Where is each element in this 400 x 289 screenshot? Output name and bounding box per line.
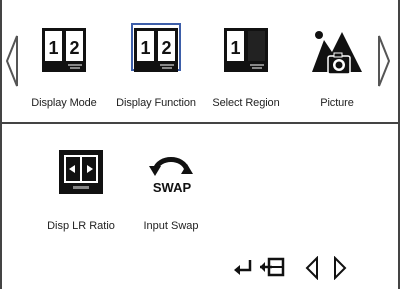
menu-item-picture[interactable]: Picture bbox=[291, 22, 383, 112]
chevron-right-icon[interactable] bbox=[376, 34, 392, 93]
menu-item-label: Picture bbox=[320, 97, 354, 109]
monitor-number-1: 1 bbox=[48, 38, 58, 58]
menu-item-display-function[interactable]: 1 2 Display Function bbox=[110, 22, 202, 112]
menu-item-label: Display Mode bbox=[31, 97, 97, 109]
nav-left-icon[interactable] bbox=[304, 255, 320, 285]
frame-left-border bbox=[0, 0, 2, 289]
swap-text: SWAP bbox=[153, 180, 192, 195]
picture-icon bbox=[310, 26, 364, 85]
monitor-number-1: 1 bbox=[230, 38, 240, 58]
monitor-number-1: 1 bbox=[140, 38, 150, 58]
menu-divider bbox=[2, 122, 398, 124]
submenu-item-label: Disp LR Ratio bbox=[47, 220, 115, 232]
menu-item-label: Select Region bbox=[212, 97, 280, 109]
select-region-icon: 1 bbox=[222, 26, 270, 79]
exit-icon[interactable] bbox=[258, 256, 288, 283]
monitor-number-2: 2 bbox=[69, 38, 79, 58]
submenu-item-disp-lr-ratio[interactable]: Disp LR Ratio bbox=[36, 140, 126, 240]
submenu-item-label: Input Swap bbox=[143, 220, 199, 232]
swap-icon: SWAP bbox=[145, 148, 197, 201]
lr-ratio-icon bbox=[57, 148, 105, 201]
monitor-number-2: 2 bbox=[161, 38, 171, 58]
submenu-item-input-swap[interactable]: SWAP Input Swap bbox=[126, 140, 216, 240]
menu-item-label: Display Function bbox=[116, 97, 196, 109]
split-screen-icon: 1 2 bbox=[132, 26, 180, 79]
split-screen-icon: 1 2 bbox=[40, 26, 88, 79]
nav-right-icon[interactable] bbox=[332, 255, 348, 285]
enter-icon[interactable] bbox=[232, 256, 254, 283]
menu-item-select-region[interactable]: 1 Select Region bbox=[200, 22, 292, 112]
menu-item-display-mode[interactable]: 1 2 Display Mode bbox=[18, 22, 110, 112]
